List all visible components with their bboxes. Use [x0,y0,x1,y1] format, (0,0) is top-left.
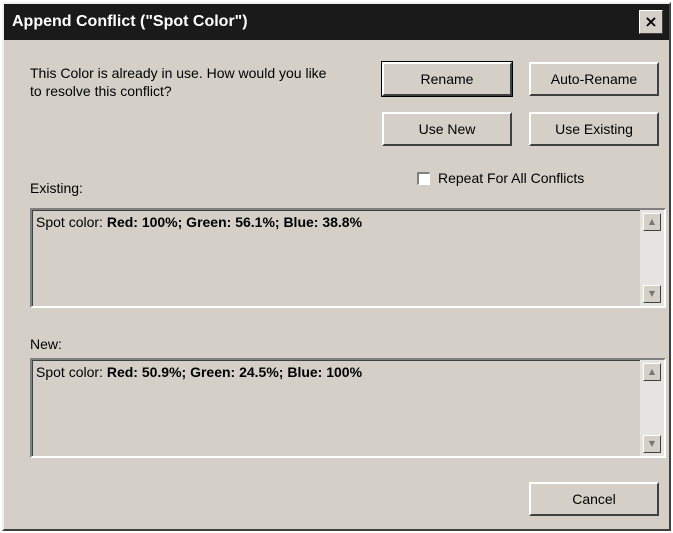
close-icon[interactable]: × [639,10,663,34]
new-color-text: Spot color: Red: 50.9%; Green: 24.5%; Bl… [36,364,363,380]
scroll-up-icon[interactable]: ▲ [643,363,661,381]
append-conflict-dialog: Append Conflict ("Spot Color") × This Co… [2,2,671,531]
new-color-box[interactable]: Spot color: Red: 50.9%; Green: 24.5%; Bl… [30,358,666,458]
use-existing-button[interactable]: Use Existing [529,112,659,146]
use-new-button[interactable]: Use New [382,112,512,146]
new-label: New: [30,336,62,352]
cancel-button[interactable]: Cancel [529,482,659,516]
scroll-up-icon[interactable]: ▲ [643,213,661,231]
existing-label: Existing: [30,180,83,196]
existing-color-text: Spot color: Red: 100%; Green: 56.1%; Blu… [36,214,363,230]
existing-color-box[interactable]: Spot color: Red: 100%; Green: 56.1%; Blu… [30,208,666,308]
rename-button[interactable]: Rename [381,61,513,97]
repeat-checkbox-label: Repeat For All Conflicts [438,170,585,186]
repeat-for-all-conflicts-option[interactable]: Repeat For All Conflicts [417,170,584,186]
scroll-down-icon[interactable]: ▼ [643,435,661,453]
existing-scrollbar[interactable]: ▲ ▼ [640,210,664,306]
repeat-checkbox[interactable] [417,171,430,185]
auto-rename-button[interactable]: Auto-Rename [529,62,659,96]
new-color-values: Red: 50.9%; Green: 24.5%; Blue: 100% [106,364,363,380]
scroll-down-icon[interactable]: ▼ [643,285,661,303]
conflict-message: This Color is already in use. How would … [30,65,327,99]
title-bar: Append Conflict ("Spot Color") × [4,4,669,40]
existing-color-values: Red: 100%; Green: 56.1%; Blue: 38.8% [106,214,363,230]
dialog-title: Append Conflict ("Spot Color") [12,13,248,30]
new-scrollbar[interactable]: ▲ ▼ [640,360,664,456]
